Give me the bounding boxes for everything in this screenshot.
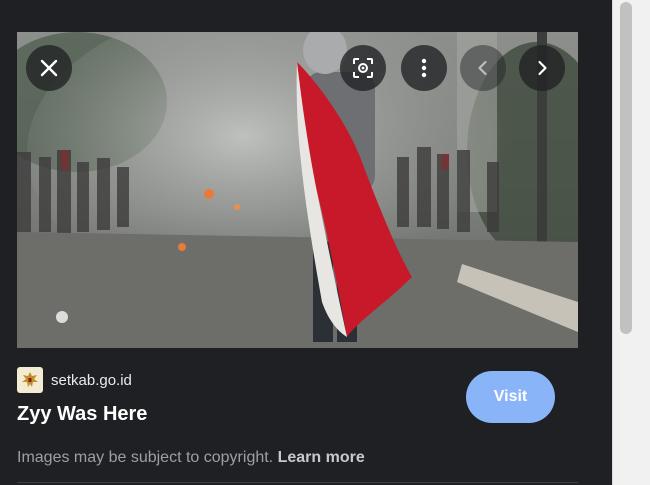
garuda-emblem-icon [17,367,43,393]
image-title[interactable]: Zyy Was Here [17,403,147,426]
source-domain: setkab.go.id [51,371,132,389]
source-link[interactable]: setkab.go.id [17,366,132,394]
close-button[interactable] [26,45,72,91]
image-viewer-panel: setkab.go.id Zyy Was Here Visit Images m… [0,0,612,485]
copyright-notice: Images may be subject to copyright. Lear… [17,449,365,467]
more-options-button[interactable] [401,45,447,91]
chevron-right-icon [538,60,547,76]
learn-more-link[interactable]: Learn more [278,449,365,466]
visit-button[interactable]: Visit [466,371,555,423]
more-vert-icon [421,58,427,78]
chevron-left-icon [478,60,487,76]
lens-search-button[interactable] [340,45,386,91]
previous-image-button[interactable] [460,45,506,91]
next-image-button[interactable] [519,45,565,91]
divider [17,482,578,483]
close-icon [40,59,58,77]
copyright-text: Images may be subject to copyright. [17,449,274,466]
lens-search-icon [353,58,373,78]
scrollbar-thumb[interactable] [620,2,632,334]
